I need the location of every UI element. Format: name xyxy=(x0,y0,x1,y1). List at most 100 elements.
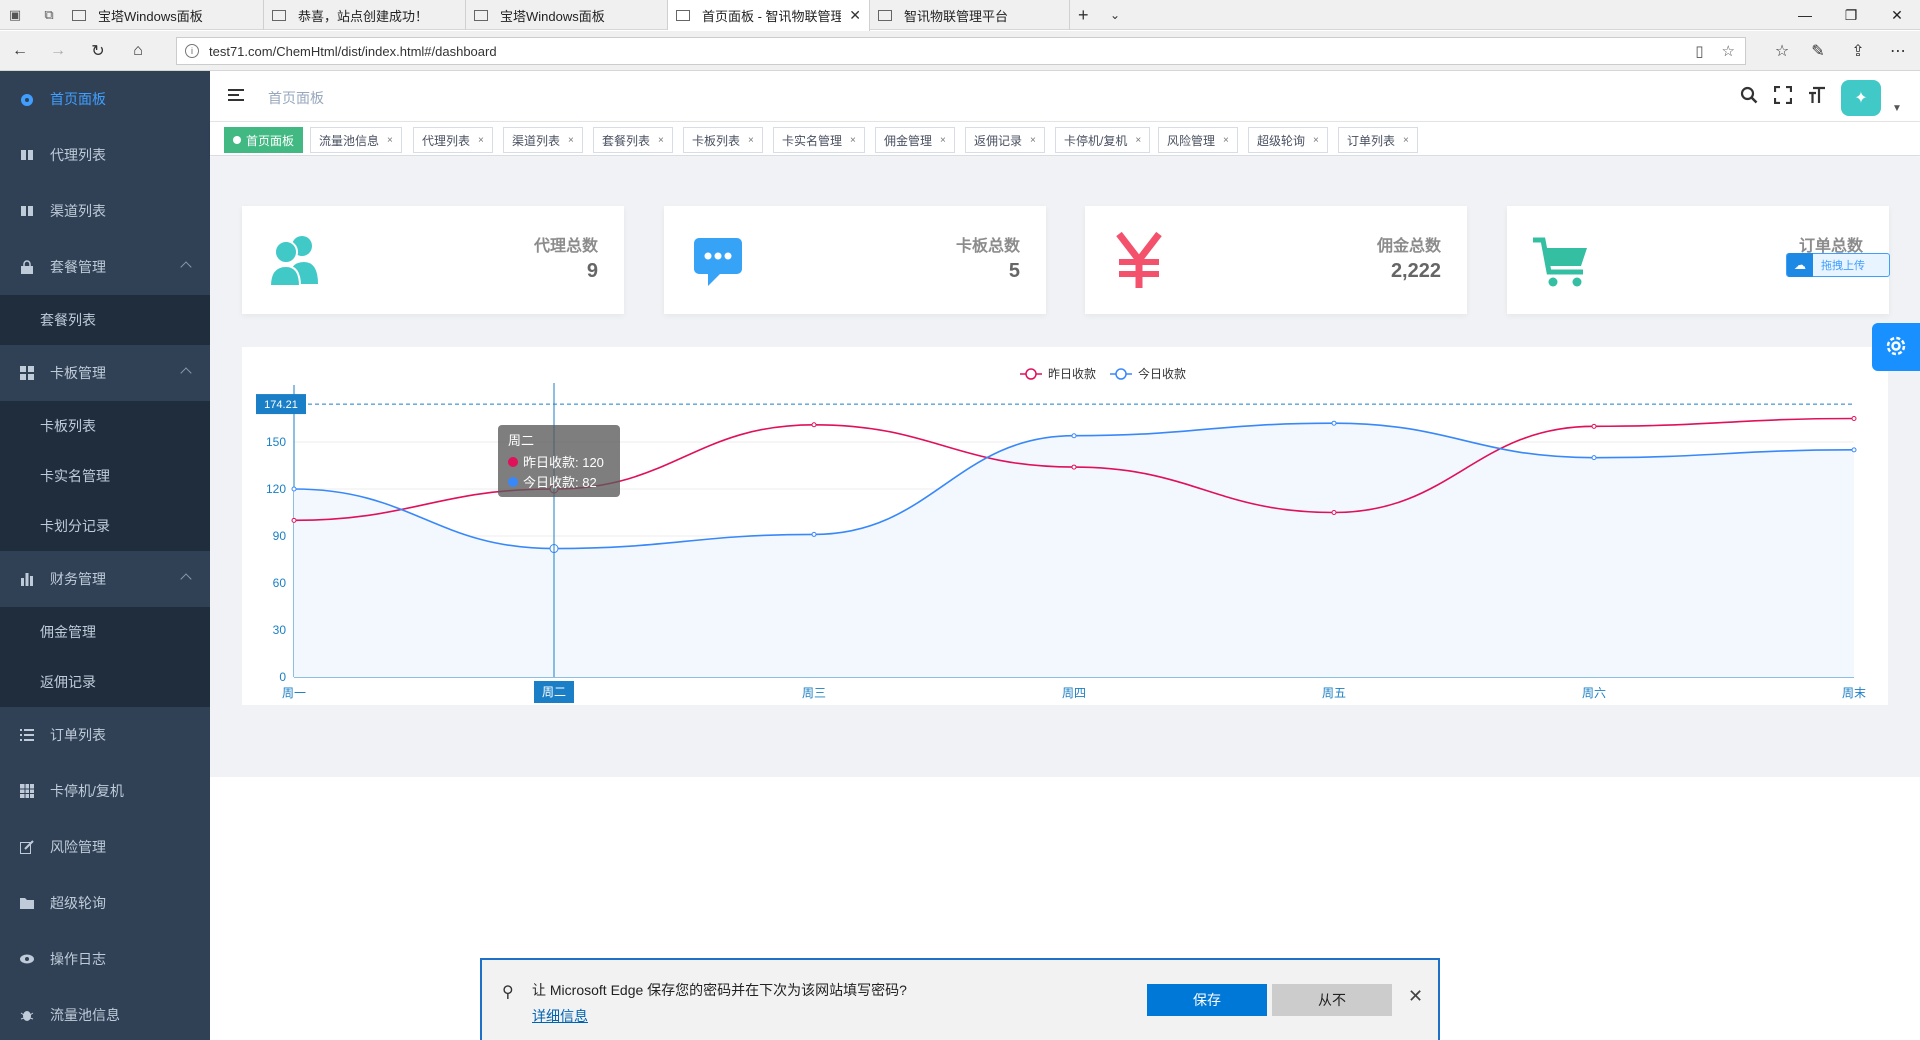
pen-icon[interactable]: ✎ xyxy=(1804,37,1832,65)
tag-risk[interactable]: 风险管理 × xyxy=(1158,127,1238,153)
sidebar-item-channels[interactable]: 渠道列表 xyxy=(0,183,210,239)
tag-rebate[interactable]: 返佣记录 × xyxy=(965,127,1045,153)
browser-tab-active[interactable]: 首页面板 - 智讯物联管理 ✕ xyxy=(668,0,870,31)
favorites-icon[interactable]: ☆ xyxy=(1768,37,1796,65)
sidebar-item-boards[interactable]: 卡板管理 xyxy=(0,345,210,401)
new-tab-icon[interactable]: + xyxy=(1078,0,1089,30)
sidebar-item-polling[interactable]: 超级轮询 xyxy=(0,875,210,931)
browser-tab-3[interactable]: 宝塔Windows面板 xyxy=(466,0,668,30)
close-icon[interactable]: × xyxy=(478,135,484,146)
back-arrow-icon[interactable]: ← xyxy=(6,37,34,65)
close-icon[interactable]: × xyxy=(568,135,574,146)
sidebar-item-finance[interactable]: 财务管理 xyxy=(0,551,210,607)
y-tick-label: 150 xyxy=(266,435,286,449)
close-icon[interactable]: × xyxy=(748,135,754,146)
sidebar-item-traffic-pool[interactable]: 流量池信息 xyxy=(0,987,210,1040)
tag-channels[interactable]: 渠道列表 × xyxy=(503,127,583,153)
site-info-icon[interactable]: i xyxy=(185,44,199,58)
browser-tab-5[interactable]: 智讯物联管理平台 xyxy=(870,0,1070,30)
tag-label: 佣金管理 xyxy=(884,133,933,148)
tag-orders[interactable]: 订单列表 × xyxy=(1338,127,1418,153)
tabs-aside-icon[interactable]: ⧉ xyxy=(34,0,64,30)
tag-agents[interactable]: 代理列表 × xyxy=(413,127,493,153)
breadcrumb[interactable]: 首页面板 xyxy=(268,88,324,108)
card-boards[interactable]: 卡板总数 5 xyxy=(664,206,1046,314)
refresh-icon[interactable]: ↻ xyxy=(84,37,112,65)
tag-traffic-pool[interactable]: 流量池信息 × xyxy=(310,127,402,153)
close-icon[interactable]: ✕ xyxy=(1408,986,1423,1007)
sidebar-item-suspend[interactable]: 卡停机/复机 xyxy=(0,763,210,819)
never-button[interactable]: 从不 xyxy=(1272,984,1392,1016)
favorite-star-icon[interactable]: ☆ xyxy=(1722,42,1735,60)
tag-packages[interactable]: 套餐列表 × xyxy=(593,127,673,153)
sidebar-item-rebate[interactable]: 返佣记录 xyxy=(0,657,210,707)
close-icon[interactable]: × xyxy=(1403,135,1409,146)
save-password-button[interactable]: 保存 xyxy=(1147,984,1267,1016)
sidebar-item-commission[interactable]: 佣金管理 xyxy=(0,607,210,657)
tag-polling[interactable]: 超级轮询 × xyxy=(1248,127,1328,153)
tag-realname[interactable]: 卡实名管理 × xyxy=(773,127,865,153)
grid-icon xyxy=(20,366,34,380)
sidebar-item-logs[interactable]: 操作日志 xyxy=(0,931,210,987)
window-menu-icon[interactable]: ▣ xyxy=(0,0,30,30)
reading-view-icon[interactable]: ▯ xyxy=(1695,42,1703,60)
fullscreen-icon[interactable] xyxy=(1772,84,1794,106)
avatar[interactable]: ✦ xyxy=(1841,80,1881,116)
tag-dashboard[interactable]: 首页面板 xyxy=(224,127,304,153)
browser-tab-2[interactable]: 恭喜，站点创建成功！ xyxy=(264,0,466,30)
search-icon[interactable] xyxy=(1738,84,1760,106)
page-icon xyxy=(272,9,286,21)
tag-label: 首页面板 xyxy=(246,133,295,148)
tag-boards[interactable]: 卡板列表 × xyxy=(683,127,763,153)
close-icon[interactable]: × xyxy=(1030,135,1036,146)
sidebar-item-packages[interactable]: 套餐管理 xyxy=(0,239,210,295)
list-icon xyxy=(20,728,34,742)
restore-icon[interactable]: ❐ xyxy=(1828,0,1874,30)
tag-label: 渠道列表 xyxy=(512,133,561,148)
settings-button[interactable] xyxy=(1872,323,1920,371)
tag-suspend[interactable]: 卡停机/复机 × xyxy=(1055,127,1151,153)
share-icon[interactable]: ⇪ xyxy=(1844,37,1872,65)
address-bar[interactable]: i test71.com/ChemHtml/dist/index.html#/d… xyxy=(176,37,1746,65)
sidebar-label: 佣金管理 xyxy=(40,624,96,640)
x-tick-label: 周六 xyxy=(1582,686,1606,700)
details-link[interactable]: 详细信息 xyxy=(532,1006,588,1026)
sidebar-item-agents[interactable]: 代理列表 xyxy=(0,127,210,183)
close-icon[interactable]: × xyxy=(1135,135,1141,146)
caret-down-icon[interactable]: ▼ xyxy=(1892,103,1902,114)
y-tick-label: 60 xyxy=(273,576,287,590)
forward-arrow-icon[interactable]: → xyxy=(44,37,72,65)
card-commission[interactable]: 佣金总数 2,222 xyxy=(1085,206,1467,314)
sidebar-item-card-division[interactable]: 卡划分记录 xyxy=(0,501,210,551)
minimize-icon[interactable]: — xyxy=(1782,0,1828,30)
close-icon[interactable]: × xyxy=(387,135,393,146)
data-point xyxy=(811,422,817,428)
close-icon[interactable]: × xyxy=(1223,135,1229,146)
close-tab-icon[interactable]: ✕ xyxy=(849,7,861,24)
line-chart[interactable]: 0306090120150周一周二周三周四周五周六周末174.21周二昨日收款今… xyxy=(242,347,1888,705)
sidebar-label: 渠道列表 xyxy=(50,203,106,219)
close-icon[interactable]: × xyxy=(850,135,856,146)
tag-label: 代理列表 xyxy=(422,133,471,148)
hamburger-icon[interactable] xyxy=(228,89,244,103)
font-size-icon[interactable] xyxy=(1806,84,1828,106)
home-icon[interactable]: ⌂ xyxy=(124,37,152,65)
more-icon[interactable]: ⋯ xyxy=(1884,37,1912,65)
sidebar-item-risk[interactable]: 风险管理 xyxy=(0,819,210,875)
drag-upload-badge[interactable]: ☁ 拖拽上传 xyxy=(1786,253,1890,277)
close-icon[interactable]: × xyxy=(1313,135,1319,146)
sidebar-item-board-list[interactable]: 卡板列表 xyxy=(0,401,210,451)
page-icon xyxy=(878,9,892,21)
tag-commission[interactable]: 佣金管理 × xyxy=(875,127,955,153)
close-icon[interactable]: × xyxy=(940,135,946,146)
sidebar-item-dashboard[interactable]: 首页面板 xyxy=(0,71,210,127)
close-icon[interactable]: × xyxy=(658,135,664,146)
browser-tab-1[interactable]: 宝塔Windows面板 xyxy=(64,0,264,30)
close-window-icon[interactable]: ✕ xyxy=(1874,0,1920,30)
sidebar-item-realname[interactable]: 卡实名管理 xyxy=(0,451,210,501)
tab-list-chevron-icon[interactable]: ⌄ xyxy=(1110,0,1120,30)
tab-title: 智讯物联管理平台 xyxy=(904,8,1009,24)
card-agents[interactable]: 代理总数 9 xyxy=(242,206,624,314)
sidebar-item-orders[interactable]: 订单列表 xyxy=(0,707,210,763)
sidebar-item-package-list[interactable]: 套餐列表 xyxy=(0,295,210,345)
